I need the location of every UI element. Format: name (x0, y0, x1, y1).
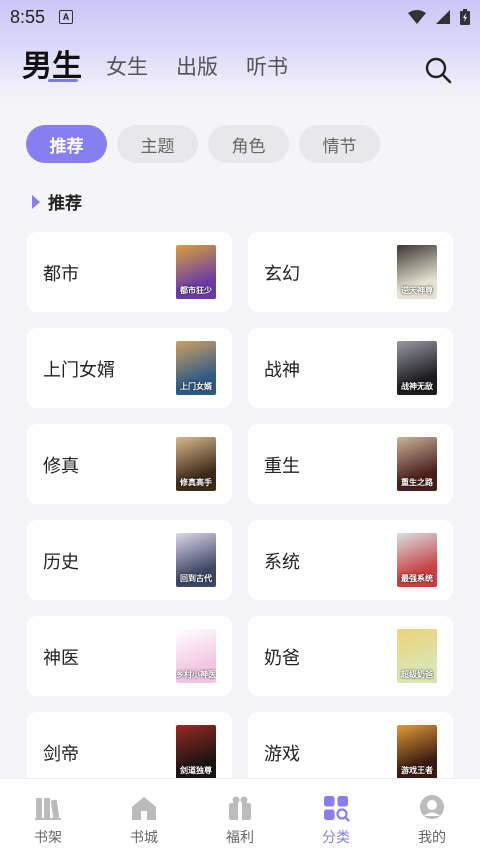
category-card[interactable]: 系统最强系统 (248, 520, 453, 600)
book-cover-title: 修真高手 (180, 478, 212, 487)
notification-icon: A (59, 10, 74, 24)
section-title-text: 推荐 (48, 194, 82, 214)
bookstore-icon (132, 797, 156, 820)
category-card[interactable]: 上门女婿 上门女婿 (27, 328, 232, 408)
book-cover-image: 乡村小神医 (176, 629, 216, 683)
battery-icon (460, 9, 470, 25)
category-label: 上门女婿 (43, 360, 115, 381)
book-cover-image: 游戏王者 (397, 725, 437, 778)
book-cover-title: 游戏王者 (401, 766, 433, 775)
tab-female[interactable]: 女生 (106, 50, 148, 84)
book-cover-title: 剑道独尊 (180, 766, 212, 775)
book-cover-title: 上门女婿 (180, 382, 212, 391)
section-title: 推荐 (32, 189, 82, 214)
bookshelf-icon (35, 798, 61, 820)
profile-icon (420, 795, 444, 819)
category-card[interactable]: 奶爸超级奶爸 (248, 616, 453, 696)
top-tabs: 男生 女生 出版 听书 (22, 50, 316, 84)
nav-label: 我的 (418, 830, 446, 846)
book-cover-title: 回到古代 (180, 574, 212, 583)
tab-audiobook[interactable]: 听书 (246, 50, 288, 84)
book-cover-title: 最强系统 (401, 574, 433, 583)
category-card[interactable]: 战神战神无敌 (248, 328, 453, 408)
book-cover-image: 回到古代 (176, 533, 216, 587)
nav-label: 福利 (226, 830, 254, 846)
nav-bookshelf[interactable]: 书架 (0, 779, 96, 853)
triangle-marker-icon (32, 194, 40, 209)
gift-icon (229, 796, 251, 820)
wifi-icon (408, 10, 426, 24)
category-label: 战神 (264, 360, 300, 381)
book-cover-title: 乡村小神医 (176, 670, 216, 679)
category-icon (324, 796, 350, 822)
nav-label: 书架 (34, 830, 62, 846)
book-cover-image: 超级奶爸 (397, 629, 437, 683)
book-cover-image: 逆天神尊 (397, 245, 437, 299)
tab-publish[interactable]: 出版 (176, 50, 218, 84)
status-bar: 8:55 A (0, 0, 480, 34)
category-label: 玄幻 (264, 264, 300, 285)
filter-plot[interactable]: 情节 (299, 125, 380, 163)
search-icon[interactable] (422, 54, 454, 86)
signal-icon (436, 10, 450, 24)
book-cover-image: 剑道独尊 (176, 725, 216, 778)
book-cover-title: 战神无敌 (401, 382, 433, 391)
category-label: 游戏 (264, 744, 300, 765)
category-label: 剑帝 (43, 744, 79, 765)
bottom-nav: 书架 书城 福利 分类 我的 (0, 778, 480, 853)
book-cover-title: 超级奶爸 (401, 670, 433, 679)
category-label: 系统 (264, 552, 300, 573)
status-time: 8:55 (10, 6, 46, 27)
filter-pills: 推荐 主题 角色 情节 (26, 125, 380, 163)
book-cover-image: 重生之路 (397, 437, 437, 491)
category-label: 历史 (43, 552, 79, 573)
category-card[interactable]: 玄幻逆天神尊 (248, 232, 453, 312)
filter-role[interactable]: 角色 (208, 125, 289, 163)
nav-category[interactable]: 分类 (288, 779, 384, 853)
book-cover-image: 修真高手 (176, 437, 216, 491)
category-card[interactable]: 修真修真高手 (27, 424, 232, 504)
nav-profile[interactable]: 我的 (384, 779, 480, 853)
filter-recommend[interactable]: 推荐 (26, 125, 107, 163)
category-label: 重生 (264, 456, 300, 477)
category-card[interactable]: 都市都市狂少 (27, 232, 232, 312)
filter-theme[interactable]: 主题 (117, 125, 198, 163)
category-label: 神医 (43, 648, 79, 669)
nav-bookstore[interactable]: 书城 (96, 779, 192, 853)
nav-welfare[interactable]: 福利 (192, 779, 288, 853)
category-label: 都市 (43, 264, 79, 285)
category-card[interactable]: 历史回到古代 (27, 520, 232, 600)
category-card[interactable]: 游戏游戏王者 (248, 712, 453, 778)
book-cover-title: 都市狂少 (180, 286, 212, 295)
category-card[interactable]: 神医乡村小神医 (27, 616, 232, 696)
category-card[interactable]: 剑帝剑道独尊 (27, 712, 232, 778)
book-cover-title: 逆天神尊 (401, 286, 433, 295)
book-cover-title: 重生之路 (401, 478, 433, 487)
book-cover-image: 上门女婿 (176, 341, 216, 395)
nav-label: 分类 (322, 830, 350, 846)
category-card[interactable]: 重生重生之路 (248, 424, 453, 504)
book-cover-image: 战神无敌 (397, 341, 437, 395)
category-label: 奶爸 (264, 648, 300, 669)
tab-male[interactable]: 男生 (22, 50, 82, 84)
category-label: 修真 (43, 456, 79, 477)
book-cover-image: 都市狂少 (176, 245, 216, 299)
book-cover-image: 最强系统 (397, 533, 437, 587)
nav-label: 书城 (130, 830, 158, 846)
category-grid: 都市 都市狂少 玄幻 逆天神尊 上门女婿 上门女婿 战神 战神无敌 修真 修真高手 重生 重生之路 历史… (27, 232, 453, 778)
